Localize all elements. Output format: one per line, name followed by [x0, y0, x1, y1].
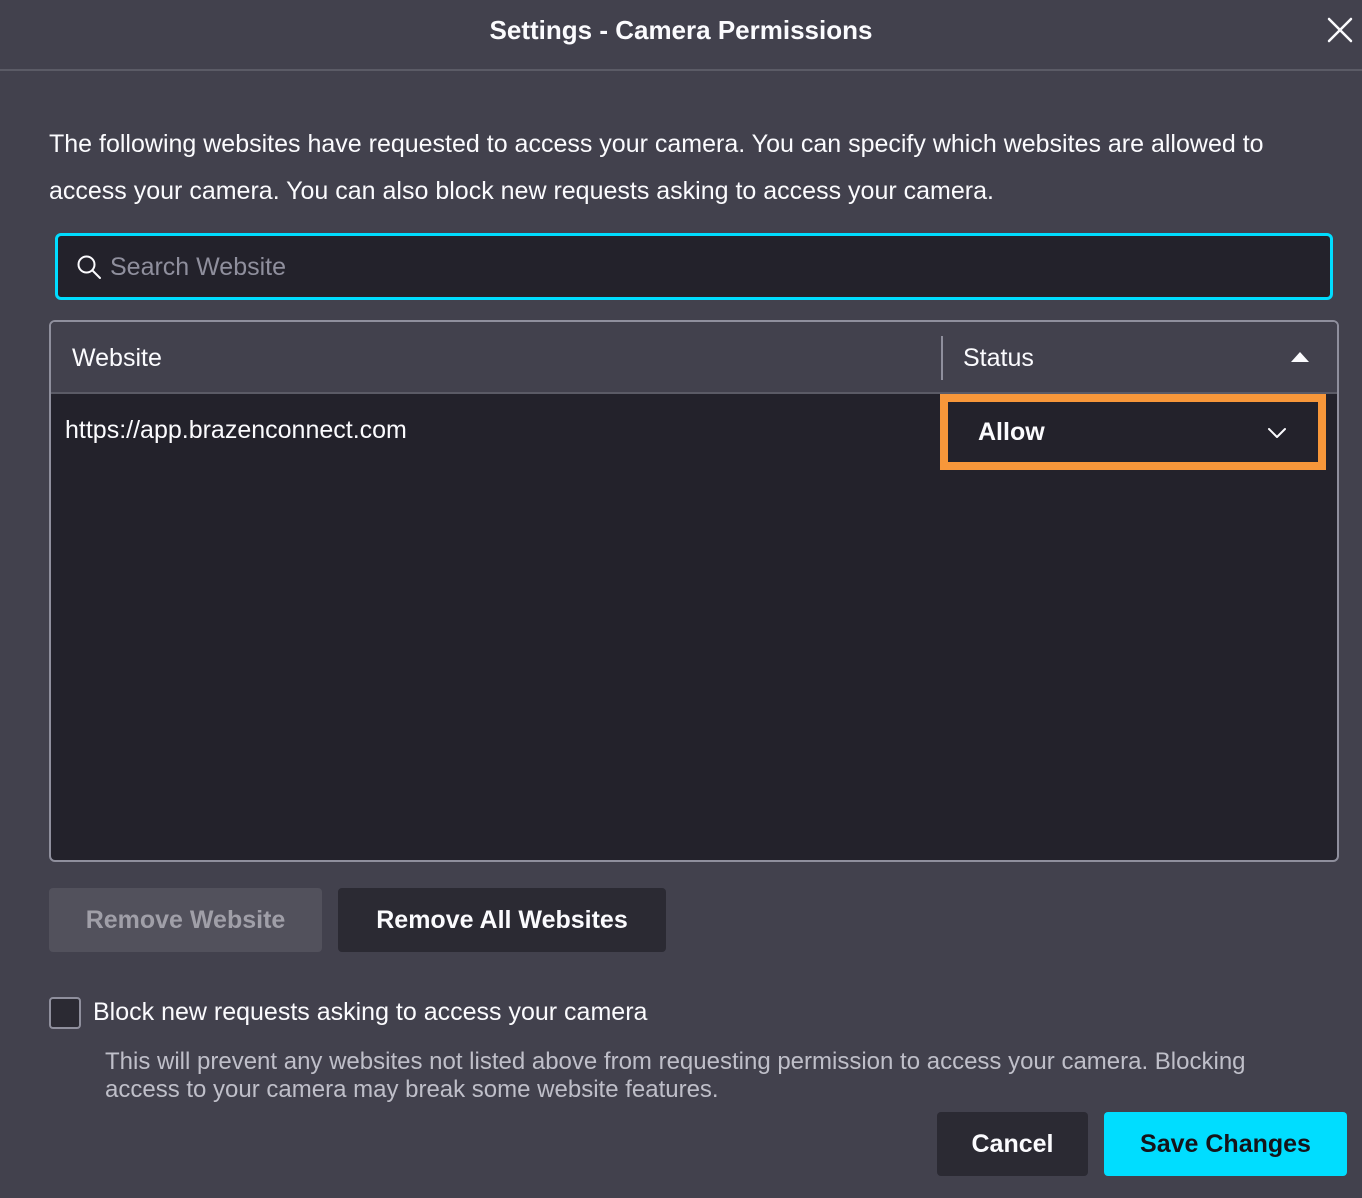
- website-url: https://app.brazenconnect.com: [65, 416, 407, 444]
- sort-up-arrow-icon[interactable]: [1291, 352, 1309, 362]
- dialog-title: Settings - Camera Permissions: [489, 15, 873, 45]
- cancel-button[interactable]: Cancel: [937, 1112, 1088, 1176]
- table-row[interactable]: https://app.brazenconnect.com Allow: [51, 394, 1337, 470]
- remove-website-button[interactable]: Remove Website: [49, 888, 322, 952]
- column-divider: [941, 336, 943, 380]
- table-header: Website Status: [51, 322, 1337, 394]
- remove-all-websites-button[interactable]: Remove All Websites: [338, 888, 666, 952]
- search-icon: [77, 255, 101, 279]
- websites-table: Website Status https://app.brazenconnect…: [49, 320, 1339, 862]
- save-changes-button[interactable]: Save Changes: [1104, 1112, 1347, 1176]
- chevron-down-icon: [1268, 428, 1286, 438]
- status-dropdown[interactable]: Allow: [940, 394, 1326, 470]
- close-button[interactable]: [1324, 14, 1356, 46]
- dialog-description: The following websites have requested to…: [49, 130, 1264, 205]
- block-requests-label[interactable]: Block new requests asking to access your…: [93, 998, 647, 1027]
- search-box[interactable]: [55, 233, 1333, 300]
- column-header-status[interactable]: Status: [963, 344, 1034, 373]
- search-input[interactable]: [108, 244, 1312, 290]
- dialog-titlebar: Settings - Camera Permissions: [0, 0, 1362, 71]
- block-requests-hint: This will prevent any websites not liste…: [105, 1048, 1246, 1103]
- block-requests-checkbox[interactable]: [49, 997, 81, 1029]
- close-icon: [1327, 17, 1353, 43]
- column-header-website[interactable]: Website: [72, 344, 162, 373]
- status-value: Allow: [978, 418, 1045, 446]
- camera-permissions-dialog: Settings - Camera Permissions The follow…: [0, 0, 1362, 1198]
